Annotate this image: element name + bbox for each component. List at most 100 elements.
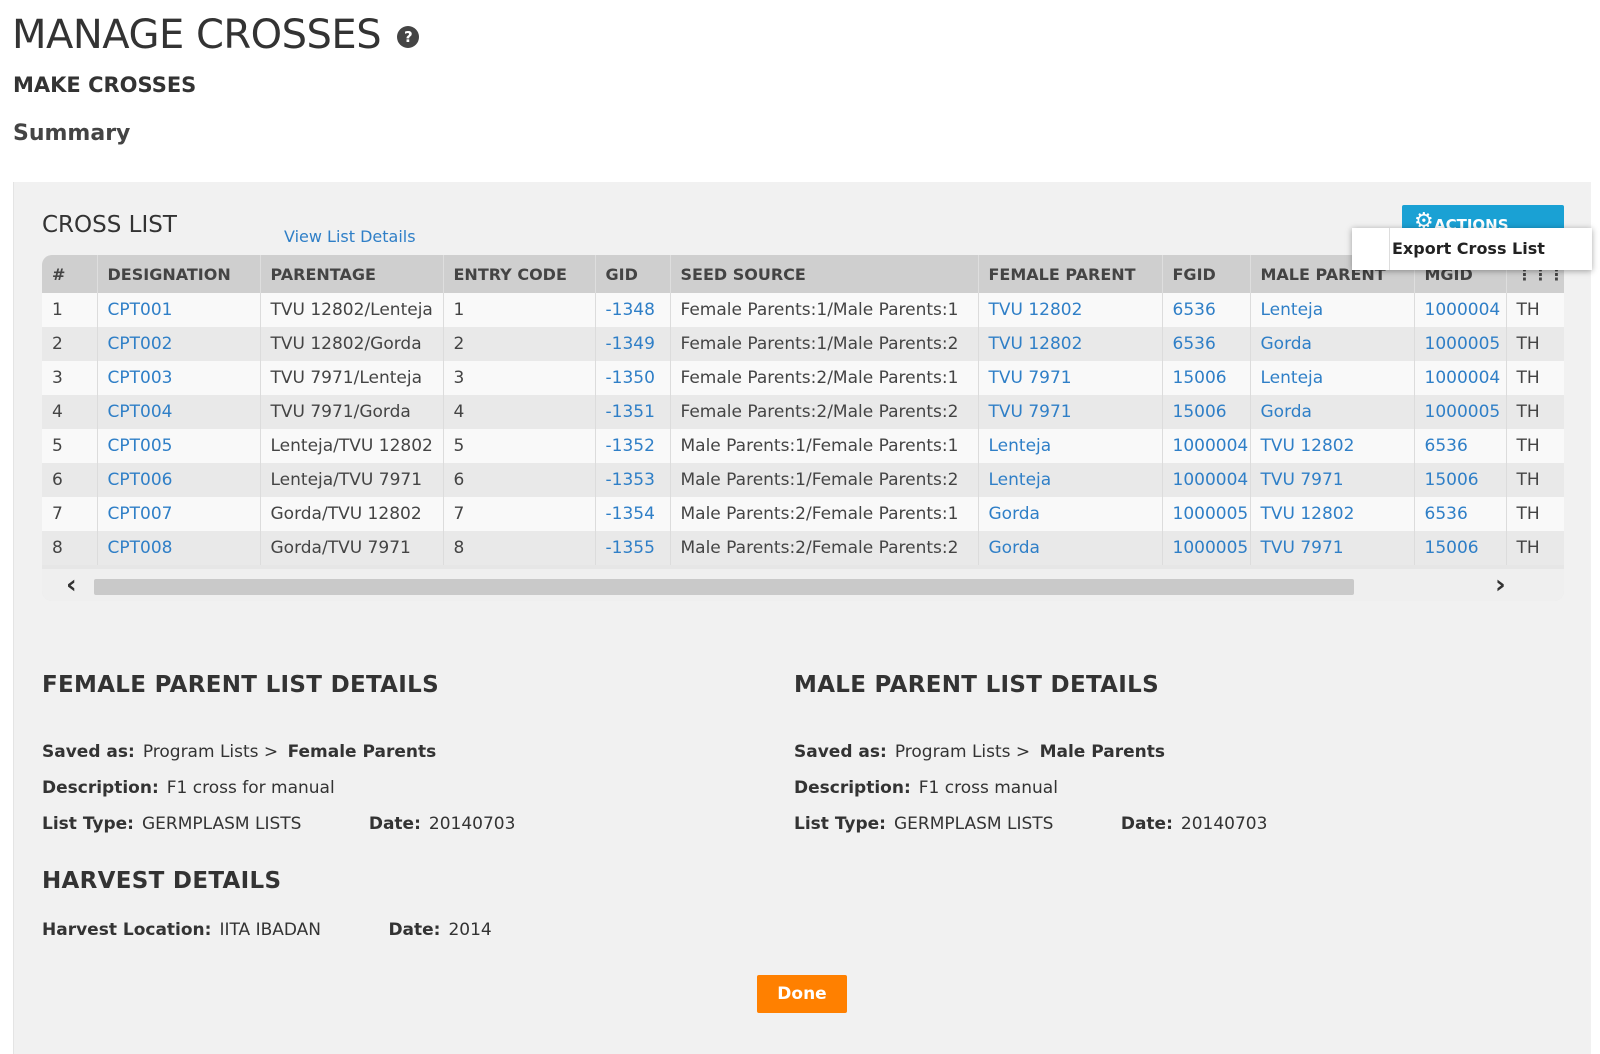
- cell-entry-code: 4: [443, 395, 596, 429]
- cell-female-parent[interactable]: TVU 12802: [978, 293, 1163, 327]
- subtitle: MAKE CROSSES: [13, 73, 197, 97]
- cell-mgid[interactable]: 1000005: [1414, 395, 1507, 429]
- cell-seed-source: Male Parents:2/Female Parents:2: [670, 531, 979, 565]
- cell-fgid[interactable]: 1000004: [1162, 429, 1251, 463]
- scroll-left-arrow[interactable]: ‹: [66, 571, 77, 599]
- cell-seed-source: Male Parents:2/Female Parents:1: [670, 497, 979, 531]
- cell-designation[interactable]: CPT007: [97, 497, 261, 531]
- section-title: Summary: [13, 121, 131, 146]
- cell-male-parent[interactable]: Gorda: [1250, 327, 1415, 361]
- cell-row-number: 3: [42, 361, 98, 395]
- cell-mgid[interactable]: 15006: [1414, 463, 1507, 497]
- cell-designation[interactable]: CPT002: [97, 327, 261, 361]
- saved-as-list-name: Female Parents: [287, 742, 437, 762]
- actions-menu: Export Cross List: [1352, 228, 1592, 270]
- help-icon[interactable]: ?: [397, 26, 420, 48]
- column-header-female-parent[interactable]: FEMALE PARENT: [978, 255, 1163, 293]
- cell-seed-source: Female Parents:1/Male Parents:1: [670, 293, 979, 327]
- column-header-designation[interactable]: DESIGNATION: [97, 255, 261, 293]
- column-header-seed-source[interactable]: SEED SOURCE: [670, 255, 979, 293]
- cell-fgid[interactable]: 6536: [1162, 327, 1251, 361]
- cell-female-parent[interactable]: TVU 7971: [978, 361, 1163, 395]
- cell-gid[interactable]: -1354: [595, 497, 671, 531]
- table-row[interactable]: 2 CPT002 TVU 12802/Gorda 2 -1349 Female Paren…: [42, 327, 1564, 361]
- cell-gid[interactable]: -1348: [595, 293, 671, 327]
- cell-fgid[interactable]: 6536: [1162, 293, 1251, 327]
- harvest-location-label: Harvest Location:: [42, 920, 212, 940]
- column-header-gid[interactable]: GID: [595, 255, 671, 293]
- table-row[interactable]: 1 CPT001 TVU 12802/Lenteja 1 -1348 Female Par…: [42, 293, 1564, 327]
- table-header-row: # DESIGNATION PARENTAGE ENTRY CODE GID SEED S…: [42, 255, 1564, 293]
- cell-mgid[interactable]: 1000004: [1414, 293, 1507, 327]
- column-header-parentage[interactable]: PARENTAGE: [260, 255, 444, 293]
- column-header-fgid[interactable]: FGID: [1162, 255, 1251, 293]
- done-button[interactable]: Done: [757, 975, 847, 1013]
- cell-mgid[interactable]: 6536: [1414, 429, 1507, 463]
- cell-designation[interactable]: CPT001: [97, 293, 261, 327]
- cell-male-parent[interactable]: Lenteja: [1250, 361, 1415, 395]
- cell-row-number: 5: [42, 429, 98, 463]
- cell-fgid[interactable]: 1000004: [1162, 463, 1251, 497]
- cell-designation[interactable]: CPT008: [97, 531, 261, 565]
- cell-row-number: 7: [42, 497, 98, 531]
- cell-gid[interactable]: -1351: [595, 395, 671, 429]
- cell-designation[interactable]: CPT005: [97, 429, 261, 463]
- cell-entry-code: 2: [443, 327, 596, 361]
- cell-fgid[interactable]: 1000005: [1162, 531, 1251, 565]
- cell-fgid[interactable]: 15006: [1162, 395, 1251, 429]
- cell-gid[interactable]: -1352: [595, 429, 671, 463]
- table-row[interactable]: 7 CPT007 Gorda/TVU 12802 7 -1354 Male Parents…: [42, 497, 1564, 531]
- cell-female-parent[interactable]: Gorda: [978, 497, 1163, 531]
- cell-entry-code: 1: [443, 293, 596, 327]
- cell-fgid[interactable]: 15006: [1162, 361, 1251, 395]
- harvest-date-label: Date:: [388, 920, 441, 940]
- cell-male-parent[interactable]: TVU 7971: [1250, 531, 1415, 565]
- table-row[interactable]: 8 CPT008 Gorda/TVU 7971 8 -1355 Male Parents:…: [42, 531, 1564, 565]
- cell-fgid[interactable]: 1000005: [1162, 497, 1251, 531]
- cell-gid[interactable]: -1355: [595, 531, 671, 565]
- cell-gid[interactable]: -1353: [595, 463, 671, 497]
- harvest-date-value: 2014: [448, 920, 492, 940]
- column-header-entry-code[interactable]: ENTRY CODE: [443, 255, 596, 293]
- cell-female-parent[interactable]: TVU 12802: [978, 327, 1163, 361]
- cell-male-parent[interactable]: Lenteja: [1250, 293, 1415, 327]
- male-parent-list-details: MALE PARENT LIST DETAILS Saved as: Progra…: [794, 672, 1514, 846]
- cell-female-parent[interactable]: TVU 7971: [978, 395, 1163, 429]
- cell-row-number: 8: [42, 531, 98, 565]
- cell-row-number: 4: [42, 395, 98, 429]
- horizontal-scrollbar[interactable]: ‹ ›: [42, 569, 1564, 601]
- view-list-details-link[interactable]: View List Details: [284, 227, 416, 246]
- date-value: 20140703: [428, 814, 516, 834]
- export-cross-list-menu-item[interactable]: Export Cross List: [1389, 228, 1545, 270]
- cell-male-parent[interactable]: TVU 7971: [1250, 463, 1415, 497]
- cell-more: TH: [1506, 293, 1564, 327]
- cell-female-parent[interactable]: Lenteja: [978, 463, 1163, 497]
- table-row[interactable]: 5 CPT005 Lenteja/TVU 12802 5 -1352 Male Paren…: [42, 429, 1564, 463]
- cell-designation[interactable]: CPT006: [97, 463, 261, 497]
- table-row[interactable]: 6 CPT006 Lenteja/TVU 7971 6 -1353 Male Parent…: [42, 463, 1564, 497]
- table-row[interactable]: 4 CPT004 TVU 7971/Gorda 4 -1351 Female Parent…: [42, 395, 1564, 429]
- cell-designation[interactable]: CPT004: [97, 395, 261, 429]
- scroll-thumb[interactable]: [94, 579, 1354, 595]
- cell-designation[interactable]: CPT003: [97, 361, 261, 395]
- cell-mgid[interactable]: 1000005: [1414, 327, 1507, 361]
- cell-gid[interactable]: -1349: [595, 327, 671, 361]
- cell-male-parent[interactable]: TVU 12802: [1250, 429, 1415, 463]
- cell-female-parent[interactable]: Gorda: [978, 531, 1163, 565]
- table-row[interactable]: 3 CPT003 TVU 7971/Lenteja 3 -1350 Female Pare…: [42, 361, 1564, 395]
- column-header-row-number[interactable]: #: [42, 255, 98, 293]
- cell-parentage: Lenteja/TVU 7971: [260, 463, 444, 497]
- cell-mgid[interactable]: 15006: [1414, 531, 1507, 565]
- cell-male-parent[interactable]: Gorda: [1250, 395, 1415, 429]
- cell-male-parent[interactable]: TVU 12802: [1250, 497, 1415, 531]
- cell-entry-code: 6: [443, 463, 596, 497]
- cell-more: TH: [1506, 395, 1564, 429]
- cell-gid[interactable]: -1350: [595, 361, 671, 395]
- list-type-value: GERMPLASM LISTS: [141, 814, 302, 834]
- cell-row-number: 1: [42, 293, 98, 327]
- cell-more: TH: [1506, 361, 1564, 395]
- cell-mgid[interactable]: 1000004: [1414, 361, 1507, 395]
- cell-female-parent[interactable]: Lenteja: [978, 429, 1163, 463]
- cell-mgid[interactable]: 6536: [1414, 497, 1507, 531]
- scroll-right-arrow[interactable]: ›: [1495, 571, 1506, 599]
